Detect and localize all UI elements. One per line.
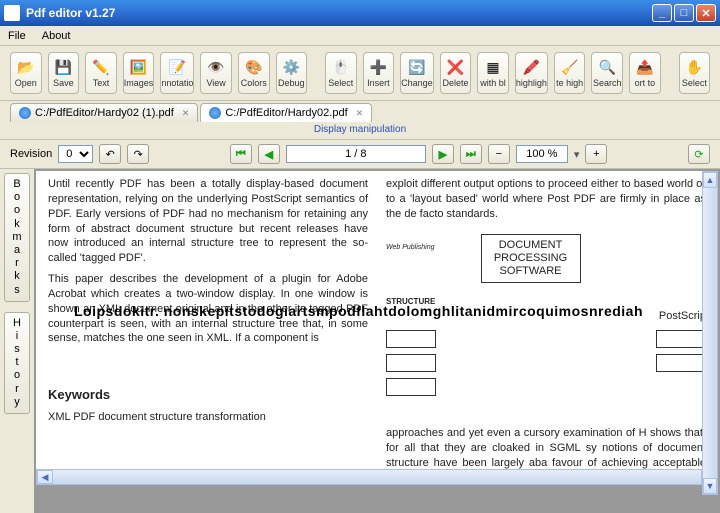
- block-icon: ▦: [483, 58, 503, 76]
- overlay-text: Loipsdokitr. nonskepitstodogiartsmpodfla…: [74, 303, 700, 319]
- page-input[interactable]: [286, 145, 426, 163]
- tab-document-1[interactable]: C:/PdfEditor/Hardy02 (1).pdf✕: [10, 103, 198, 122]
- image-icon: 🖼️: [129, 58, 149, 76]
- export-icon: 📤: [635, 58, 655, 76]
- zoom-in-button[interactable]: +: [585, 144, 607, 164]
- undo-button[interactable]: ↶: [99, 144, 121, 164]
- tab-document-2[interactable]: C:/PdfEditor/Hardy02.pdf✕: [200, 103, 372, 122]
- note-icon: 📝: [167, 58, 187, 76]
- keywords-text: XML PDF document structure transformatio…: [48, 410, 368, 425]
- scroll-left-icon[interactable]: ◀: [37, 470, 53, 484]
- sidebar: Bookmarks History: [0, 169, 34, 513]
- disk-icon: 💾: [53, 58, 73, 76]
- diagram-label: Web Publishing: [386, 244, 435, 251]
- app-icon: [4, 5, 20, 21]
- delete-icon: ❌: [445, 58, 465, 76]
- hand-icon: ✋: [684, 58, 704, 76]
- select2-button[interactable]: ✋Select: [679, 52, 711, 94]
- redo-button[interactable]: ↷: [127, 144, 149, 164]
- delete-button[interactable]: ❌Delete: [440, 52, 472, 94]
- doc-paragraph: approaches and yet even a cursory examin…: [386, 426, 706, 469]
- colors-button[interactable]: 🎨Colors: [238, 52, 270, 94]
- nav-bar: Revision 0 ↶ ↷ ⏮ ◀ ▶ ⏭ − ▾ + ⟳: [0, 139, 720, 169]
- view-button[interactable]: 👁️View: [200, 52, 232, 94]
- change-icon: 🔄: [407, 58, 427, 76]
- first-page-button[interactable]: ⏮: [230, 144, 252, 164]
- select-button[interactable]: 🖱️Select: [325, 52, 357, 94]
- annotation-button[interactable]: 📝nnotatio: [160, 52, 194, 94]
- tab-close-icon[interactable]: ✕: [182, 108, 190, 119]
- scrollbar-horizontal[interactable]: ◀ ▶: [36, 469, 718, 485]
- save-button[interactable]: 💾Save: [48, 52, 80, 94]
- search-icon: 🔍: [597, 58, 617, 76]
- dropdown-icon[interactable]: ▾: [574, 148, 580, 161]
- sidebar-history[interactable]: History: [4, 312, 30, 414]
- maximize-button[interactable]: □: [674, 4, 694, 22]
- close-button[interactable]: ✕: [696, 4, 716, 22]
- text-button[interactable]: ✏️Text: [85, 52, 117, 94]
- keywords-heading: Keywords: [48, 386, 368, 404]
- export-button[interactable]: 📤ort to: [629, 52, 661, 94]
- search-button[interactable]: 🔍Search: [591, 52, 623, 94]
- revision-label: Revision: [10, 148, 52, 160]
- minimize-button[interactable]: _: [652, 4, 672, 22]
- pdf-icon: [209, 107, 221, 119]
- folder-icon: 📂: [16, 58, 36, 76]
- hint-text: Display manipulation: [0, 122, 720, 139]
- menubar: File About: [0, 26, 720, 46]
- revision-select[interactable]: 0: [58, 145, 93, 163]
- document-viewport: Until recently PDF has been a totally di…: [34, 169, 720, 513]
- highlight-button[interactable]: 🖍️highligh: [515, 52, 548, 94]
- next-page-button[interactable]: ▶: [432, 144, 454, 164]
- images-button[interactable]: 🖼️Images: [123, 52, 155, 94]
- menu-file[interactable]: File: [8, 30, 26, 42]
- scrollbar-vertical[interactable]: ▲ ▼: [702, 171, 718, 495]
- sidebar-bookmarks[interactable]: Bookmarks: [4, 173, 30, 302]
- gear-icon: ⚙️: [281, 58, 301, 76]
- pdf-icon: [19, 107, 31, 119]
- tab-close-icon[interactable]: ✕: [356, 108, 364, 119]
- zoom-input[interactable]: [516, 145, 568, 163]
- reload-button[interactable]: ⟳: [688, 144, 710, 164]
- doc-paragraph: exploit different output options to proc…: [386, 177, 706, 222]
- highlighter-icon: 🖍️: [521, 58, 541, 76]
- document-page: Until recently PDF has been a totally di…: [36, 171, 718, 469]
- diagram-box: DOCUMENTPROCESSINGSOFTWARE: [481, 234, 581, 284]
- open-button[interactable]: 📂Open: [10, 52, 42, 94]
- insert-icon: ➕: [368, 58, 388, 76]
- menu-about[interactable]: About: [42, 30, 71, 42]
- scroll-down-icon[interactable]: ▼: [703, 478, 717, 494]
- doc-paragraph: Until recently PDF has been a totally di…: [48, 177, 368, 266]
- zoom-out-button[interactable]: −: [488, 144, 510, 164]
- pencil-icon: ✏️: [91, 58, 111, 76]
- eye-icon: 👁️: [206, 58, 226, 76]
- dehighlight-button[interactable]: 🧹te high: [554, 52, 586, 94]
- eraser-icon: 🧹: [560, 58, 580, 76]
- change-button[interactable]: 🔄Change: [400, 52, 434, 94]
- window-title: Pdf editor v1.27: [26, 6, 652, 20]
- debug-button[interactable]: ⚙️Debug: [276, 52, 308, 94]
- titlebar: Pdf editor v1.27 _ □ ✕: [0, 0, 720, 26]
- cursor-icon: 🖱️: [331, 58, 351, 76]
- scroll-up-icon[interactable]: ▲: [703, 172, 717, 188]
- prev-page-button[interactable]: ◀: [258, 144, 280, 164]
- last-page-button[interactable]: ⏭: [460, 144, 482, 164]
- withbl-button[interactable]: ▦with bl: [477, 52, 509, 94]
- diagram-boxes: [386, 330, 706, 396]
- toolbar: 📂Open 💾Save ✏️Text 🖼️Images 📝nnotatio 👁️…: [0, 46, 720, 101]
- palette-icon: 🎨: [244, 58, 264, 76]
- insert-button[interactable]: ➕Insert: [363, 52, 395, 94]
- tab-bar: C:/PdfEditor/Hardy02 (1).pdf✕ C:/PdfEdit…: [0, 101, 720, 122]
